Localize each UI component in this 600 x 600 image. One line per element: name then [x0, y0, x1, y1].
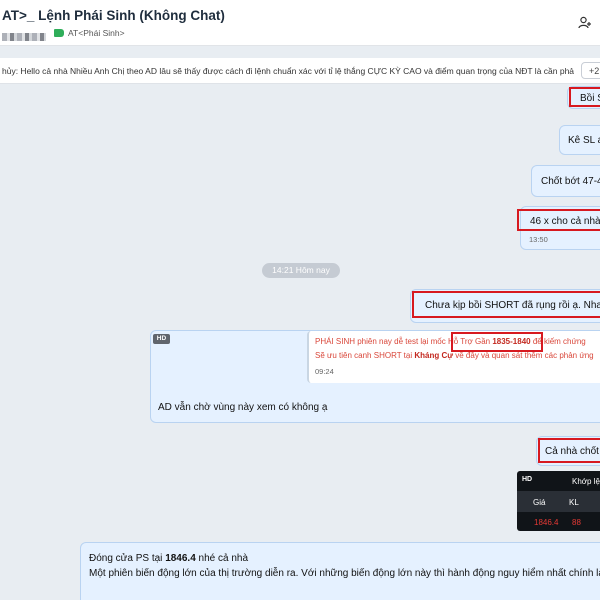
chat-subtitle-tag[interactable]: AT<Phái Sinh>: [68, 28, 125, 38]
hd-badge: HD: [522, 476, 533, 483]
message-line-2: Một phiên biến động lớn của thị trường d…: [89, 568, 600, 579]
reply-message-text: AD vẫn chờ vùng này xem có không ạ: [158, 402, 328, 413]
highlight-box: [569, 87, 600, 107]
highlight-box: [517, 209, 600, 231]
col-price-header: Giá: [533, 498, 546, 507]
message-line-1: Đóng cửa PS tại 1846.4 nhé cả nhà: [89, 553, 249, 564]
chat-header: AT>_ Lệnh Phái Sinh (Không Chat) AT<Phái…: [0, 0, 600, 46]
highlight-box: [451, 332, 543, 352]
table-title: Khớp lệ: [572, 477, 600, 486]
hd-badge: HD: [153, 334, 170, 344]
quote-time: 09:24: [315, 367, 334, 376]
pinned-message-text[interactable]: hủy: Hello cả nhà Nhiều Anh Chị theo AD …: [2, 66, 574, 76]
highlight-box: [412, 291, 600, 318]
message-bubble[interactable]: Kê SL al: [559, 125, 600, 155]
order-match-table[interactable]: HD Khớp lệ Giá KL 1846.4 88: [517, 471, 600, 531]
blurred-member-count: [2, 33, 46, 41]
date-divider: 14:21 Hôm nay: [262, 263, 340, 278]
highlight-box: [538, 438, 600, 463]
cell-price: 1846.4: [534, 518, 559, 527]
message-bubble[interactable]: Chốt bớt 47-4: [531, 165, 600, 197]
cell-qty: 88: [572, 518, 581, 527]
chat-title: AT>_ Lệnh Phái Sinh (Không Chat): [2, 8, 225, 23]
table-header-row: [517, 491, 600, 512]
quote-line-2: Sẽ ưu tiên canh SHORT tại Kháng Cự về đâ…: [315, 351, 594, 360]
message-time: 13:50: [529, 235, 548, 244]
message-text: Chốt bớt 47-4: [541, 176, 600, 187]
pinned-more-button[interactable]: +2: [581, 62, 600, 79]
tag-icon: [54, 29, 64, 37]
pinned-message-bar[interactable]: hủy: Hello cả nhà Nhiều Anh Chị theo AD …: [0, 58, 600, 84]
message-bubble[interactable]: Đóng cửa PS tại 1846.4 nhé cả nhà Một ph…: [80, 542, 600, 600]
col-qty-header: KL: [569, 498, 579, 507]
add-member-icon[interactable]: [578, 16, 592, 30]
message-text: Kê SL al: [568, 135, 600, 146]
